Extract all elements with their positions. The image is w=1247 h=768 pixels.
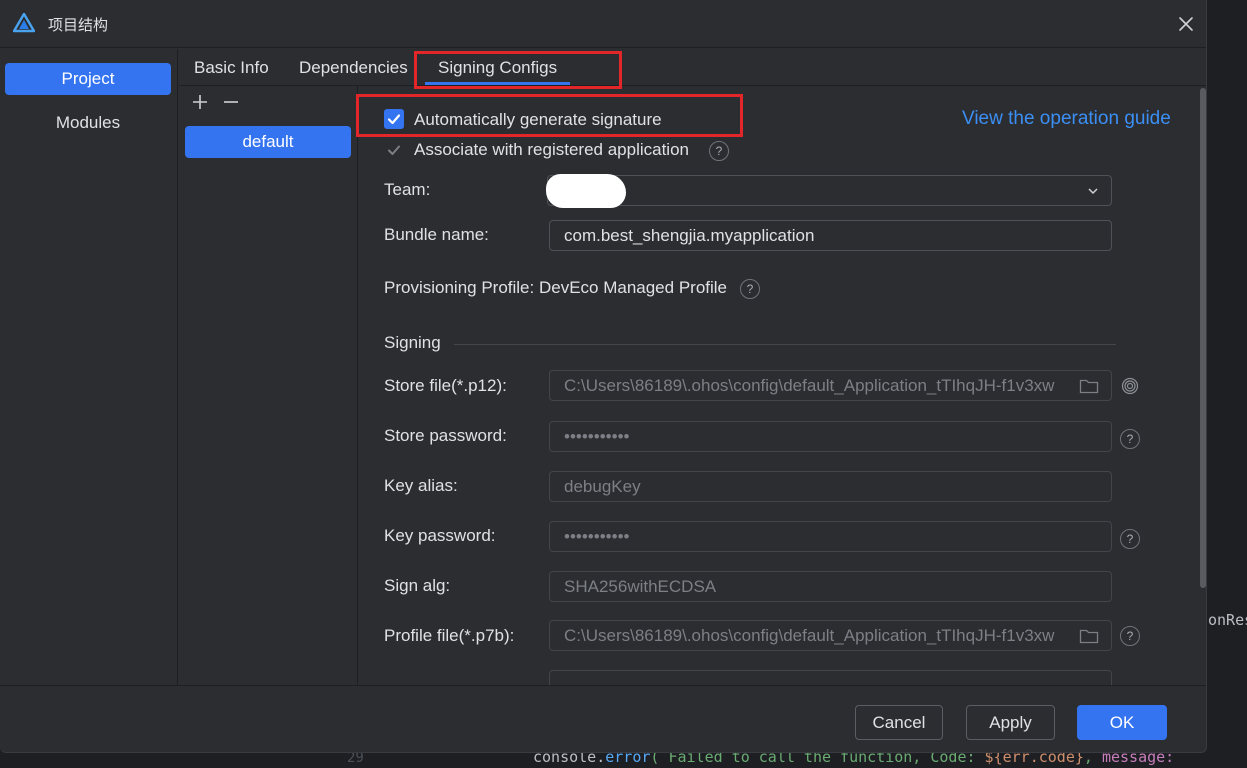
signing-section-title: Signing: [384, 333, 441, 352]
help-icon[interactable]: ?: [709, 141, 729, 161]
store-file-input[interactable]: C:\Users\86189\.ohos\config\default_Appl…: [549, 370, 1112, 401]
store-password-label: Store password:: [384, 426, 507, 445]
store-password-input[interactable]: •••••••••••: [549, 421, 1112, 452]
line-number: 29: [347, 753, 364, 766]
help-icon[interactable]: ?: [740, 279, 760, 299]
tab-signing-configs[interactable]: Signing Configs: [424, 49, 571, 86]
config-item-default[interactable]: default: [185, 126, 351, 158]
bundle-name-label: Bundle name:: [384, 225, 489, 244]
profile-file-value: C:\Users\86189\.ohos\config\default_Appl…: [564, 625, 1055, 645]
signing-config-list: default: [179, 86, 358, 685]
next-field-input[interactable]: [549, 670, 1112, 685]
nav-item-project[interactable]: Project: [5, 63, 171, 95]
title-bar: 项目结构: [0, 0, 1206, 48]
dialog-footer: Cancel Apply OK: [0, 685, 1206, 752]
team-dropdown[interactable]: [547, 175, 1112, 206]
code-text: console.error(`Failed to call the functi…: [533, 753, 1174, 766]
section-divider: [454, 344, 1116, 345]
key-password-label: Key password:: [384, 526, 496, 545]
sign-alg-label: Sign alg:: [384, 576, 451, 595]
team-label: Team:: [384, 180, 431, 199]
profile-file-label: Profile file(*.p7b):: [384, 626, 515, 645]
code-function: error: [605, 753, 651, 766]
code-string-2: ,: [1083, 753, 1102, 766]
store-file-label: Store file(*.p12):: [384, 376, 507, 395]
operation-guide-link[interactable]: View the operation guide: [962, 108, 1171, 130]
add-icon[interactable]: [190, 92, 210, 112]
left-navigation: Project Modules: [0, 49, 178, 685]
close-icon[interactable]: [1172, 10, 1200, 38]
provisioning-profile-label: Provisioning Profile: DevEco Managed Pro…: [384, 278, 728, 297]
code-property: message:: [1101, 753, 1175, 766]
bundle-name-input[interactable]: com.best_shengjia.myapplication: [549, 220, 1112, 251]
editor-background: onRes: [1207, 0, 1247, 768]
key-alias-input[interactable]: debugKey: [549, 471, 1112, 502]
folder-icon[interactable]: [1079, 378, 1099, 394]
code-string: (`Failed to call the function, Code:: [650, 753, 985, 766]
code-template: ${err.code}: [984, 753, 1084, 766]
tab-bar: Basic Info Dependencies Signing Configs: [179, 49, 1206, 86]
nav-item-modules[interactable]: Modules: [5, 107, 171, 139]
auto-sign-label: Automatically generate signature: [414, 110, 662, 129]
editor-code-line: 29 console.error(`Failed to call the fun…: [325, 753, 1247, 768]
key-alias-label: Key alias:: [384, 476, 458, 495]
redaction-mark: [546, 174, 626, 208]
sign-alg-input[interactable]: SHA256withECDSA: [549, 571, 1112, 602]
help-icon[interactable]: ?: [1120, 429, 1140, 449]
tab-basic-info[interactable]: Basic Info: [194, 49, 269, 86]
remove-icon[interactable]: [221, 92, 241, 112]
tab-dependencies[interactable]: Dependencies: [299, 49, 408, 86]
associate-checkbox[interactable]: [384, 140, 404, 160]
ok-button[interactable]: OK: [1077, 705, 1167, 740]
chevron-down-icon: [1088, 188, 1098, 195]
folder-icon[interactable]: [1079, 628, 1099, 644]
editor-code-fragment: onRes: [1208, 611, 1247, 629]
auto-sign-checkbox[interactable]: [384, 109, 404, 129]
key-password-input[interactable]: •••••••••••: [549, 521, 1112, 552]
project-structure-dialog: 项目结构 Project Modules Basic Info Dependen…: [0, 0, 1207, 753]
form-scrollbar[interactable]: [1200, 88, 1206, 588]
deveco-logo-icon: [13, 13, 35, 33]
cancel-button[interactable]: Cancel: [855, 705, 943, 740]
dialog-title: 项目结构: [48, 17, 109, 34]
code-prefix: console.: [533, 753, 606, 766]
profile-file-input[interactable]: C:\Users\86189\.ohos\config\default_Appl…: [549, 620, 1112, 651]
associate-label: Associate with registered application: [414, 140, 689, 159]
store-file-value: C:\Users\86189\.ohos\config\default_Appl…: [564, 375, 1055, 395]
editor-gutter: 29: [325, 753, 435, 768]
signing-form: Automatically generate signature View th…: [359, 86, 1199, 685]
fingerprint-icon[interactable]: [1121, 377, 1139, 395]
help-icon[interactable]: ?: [1120, 626, 1140, 646]
help-icon[interactable]: ?: [1120, 529, 1140, 549]
apply-button[interactable]: Apply: [966, 705, 1055, 740]
